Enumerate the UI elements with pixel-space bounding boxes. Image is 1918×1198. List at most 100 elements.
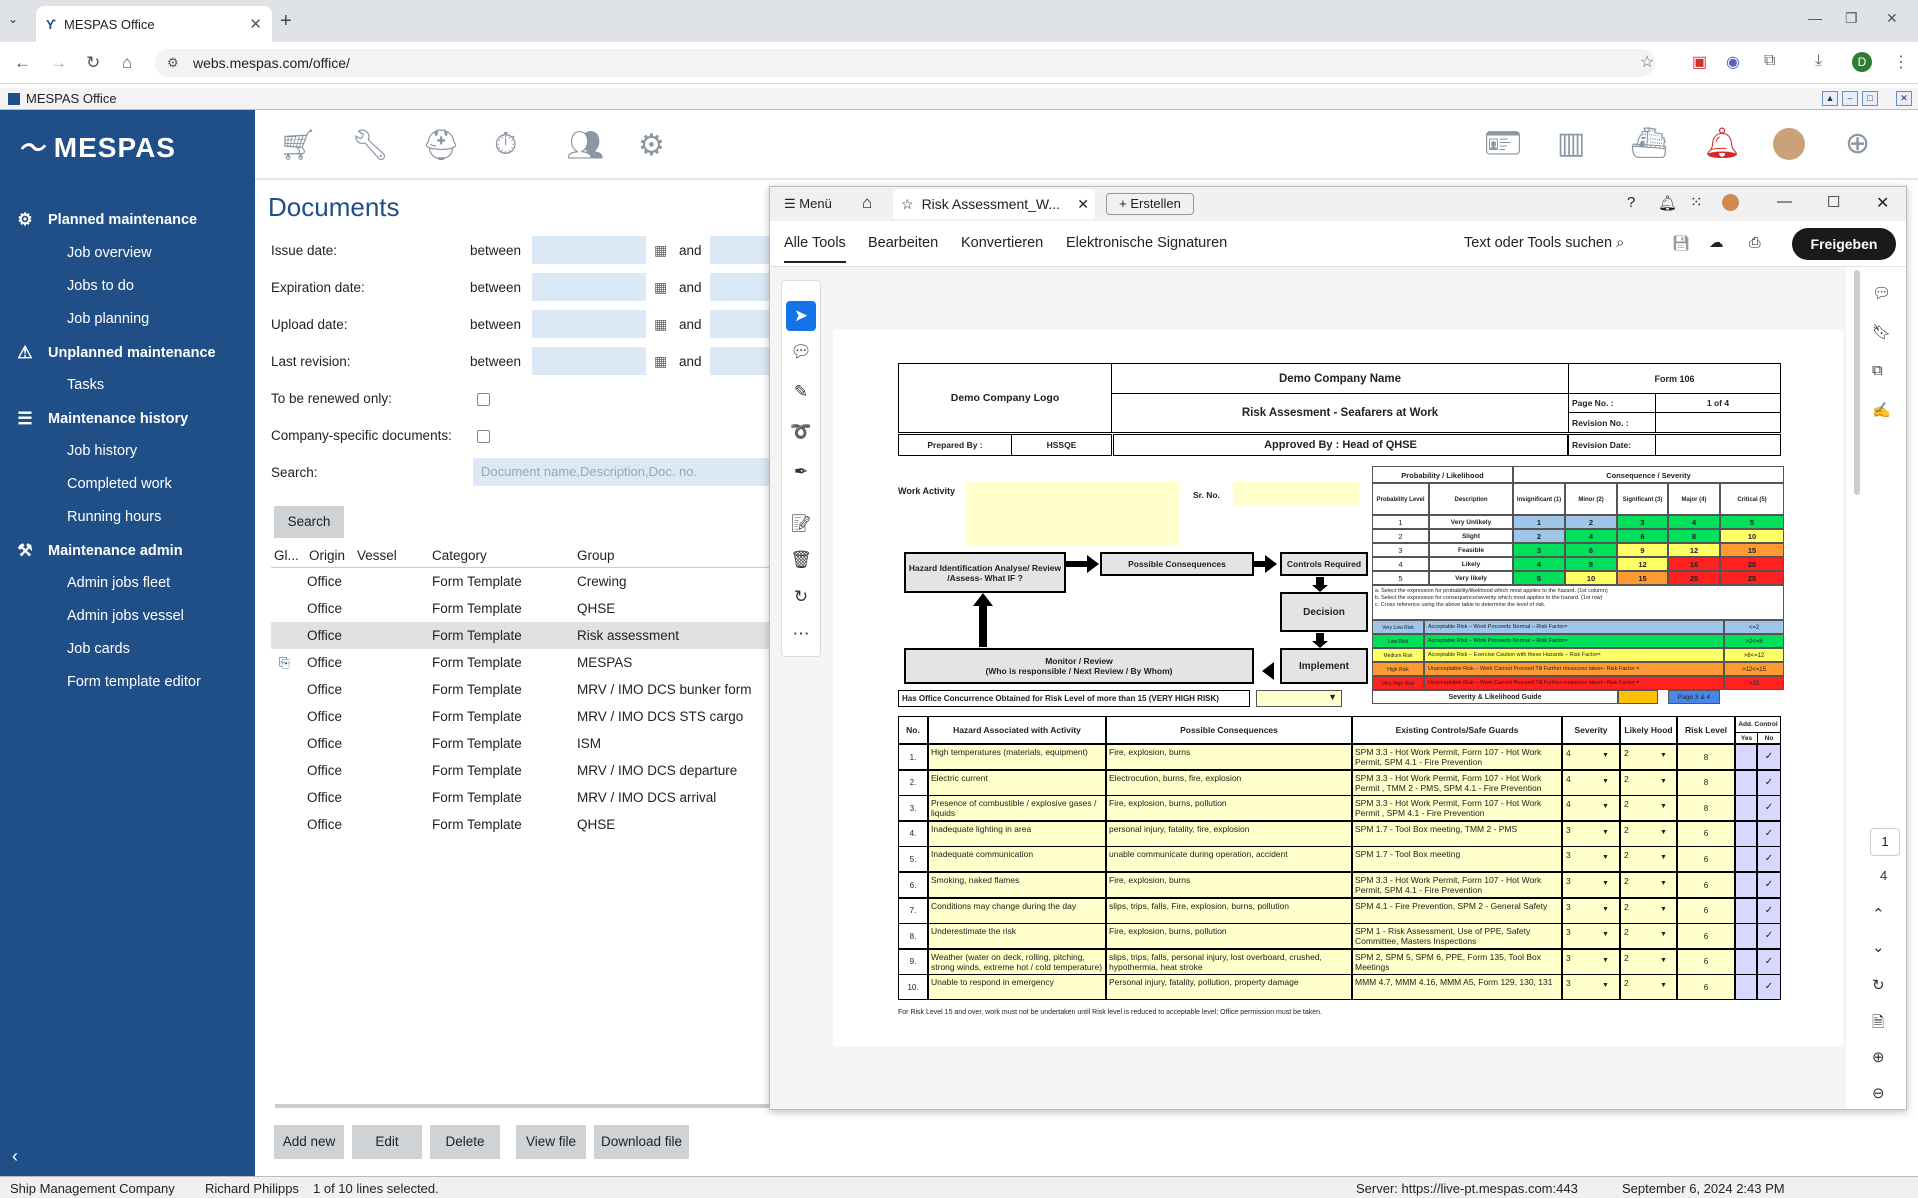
sidebar-item-jobs-to-do[interactable]: Jobs to do xyxy=(67,278,134,294)
tab-list-chevron-icon[interactable]: ⌄ xyxy=(8,12,18,26)
sidebar-item-form-template-editor[interactable]: Form template editor xyxy=(67,674,201,690)
calendar-icon[interactable]: ▦ xyxy=(654,316,667,333)
table-row[interactable]: Office Form Template Risk assessment xyxy=(271,622,771,649)
search-button[interactable]: Search xyxy=(274,506,344,538)
star-icon[interactable]: ☆ xyxy=(901,196,914,213)
search-input[interactable]: Document name,Description,Doc. no. xyxy=(473,458,773,486)
pdf-vertical-scrollbar[interactable] xyxy=(1854,270,1860,495)
sr-no-field[interactable] xyxy=(1233,482,1359,506)
upload-date-to-input[interactable] xyxy=(710,310,770,338)
highlighter-icon[interactable]: ✎ xyxy=(781,382,821,402)
table-row[interactable]: Office Form Template MRV / IMO DCS STS car… xyxy=(271,703,771,730)
pdf-document-tab[interactable]: ☆ Risk Assessment_W... ✕ xyxy=(893,189,1095,219)
col-group[interactable]: Group xyxy=(577,548,615,563)
sidebar-section-unplanned-maintenance[interactable]: ⚠ Unplanned maintenance xyxy=(14,343,215,363)
close-app-icon[interactable]: ✕ xyxy=(1896,91,1912,106)
pdf-extension-icon[interactable]: ▣ xyxy=(1692,52,1707,72)
issue-date-to-input[interactable] xyxy=(710,236,770,264)
upload-cloud-icon[interactable]: ☁ xyxy=(1709,235,1724,251)
bookmark-icon[interactable]: 🔖︎ xyxy=(1872,323,1891,341)
close-window-icon[interactable]: ✕ xyxy=(1886,10,1898,27)
last-revision-from-input[interactable] xyxy=(532,347,646,375)
helmet-icon[interactable]: ⛑︎ xyxy=(422,128,460,163)
page-down-icon[interactable]: ⌄ xyxy=(1872,938,1885,956)
zoom-out-icon[interactable]: ⊖ xyxy=(1872,1084,1885,1102)
close-window-icon[interactable]: ✕ xyxy=(1876,193,1889,213)
sidebar-item-admin-jobs-fleet[interactable]: Admin jobs fleet xyxy=(67,575,170,591)
home-icon[interactable]: ⌂ xyxy=(122,53,132,73)
maximize-icon[interactable]: ☐ xyxy=(1827,193,1840,211)
add-control-no-checkbox[interactable]: ✓ xyxy=(1757,820,1781,847)
alarm-icon[interactable]: 🔔︎ xyxy=(1703,126,1741,161)
collapse-sidebar-icon[interactable]: ‹ xyxy=(12,1146,18,1167)
add-circle-icon[interactable]: ⊕ xyxy=(1845,126,1870,161)
puzzle-icon[interactable]: ⧉ xyxy=(1764,52,1775,70)
forward-icon[interactable]: → xyxy=(50,53,67,73)
add-control-no-checkbox[interactable]: ✓ xyxy=(1757,846,1781,873)
horizontal-scrollbar[interactable] xyxy=(275,1104,775,1108)
help-icon[interactable]: ? xyxy=(1627,194,1635,211)
add-control-no-checkbox[interactable]: ✓ xyxy=(1757,923,1781,950)
add-control-no-checkbox[interactable]: ✓ xyxy=(1757,769,1781,796)
wrench-icon[interactable]: 🔧︎ xyxy=(351,128,389,163)
sidebar-item-job-history[interactable]: Job history xyxy=(67,443,137,459)
more-menu-icon[interactable]: ⋮ xyxy=(1893,52,1909,72)
add-control-no-checkbox[interactable]: ✓ xyxy=(1757,872,1781,898)
sidebar-item-admin-jobs-vessel[interactable]: Admin jobs vessel xyxy=(67,608,184,624)
minimize-icon[interactable]: — xyxy=(1808,10,1822,26)
tab-e-signatures[interactable]: Elektronische Signaturen xyxy=(1066,235,1227,251)
sidebar-section-maintenance-admin[interactable]: ⚒ Maintenance admin xyxy=(14,541,182,561)
col-global[interactable]: Gl... xyxy=(274,548,299,563)
up-arrow-icon[interactable]: ▲ xyxy=(1822,91,1838,106)
add-control-yes-checkbox[interactable] xyxy=(1735,769,1757,796)
pdf-menu-button[interactable]: ☰ Menü xyxy=(784,196,832,212)
renew-only-checkbox[interactable] xyxy=(477,393,490,406)
account-avatar[interactable] xyxy=(1722,194,1739,211)
add-control-no-checkbox[interactable]: ✓ xyxy=(1757,795,1781,822)
add-control-yes-checkbox[interactable] xyxy=(1735,872,1757,898)
sign-pen-icon[interactable]: ✒ xyxy=(781,462,821,482)
add-control-yes-checkbox[interactable] xyxy=(1735,923,1757,950)
download-icon[interactable]: ⤓ xyxy=(1815,52,1822,70)
fill-sign-icon[interactable]: ✍ xyxy=(1872,401,1891,419)
edit-text-icon[interactable]: 📝︎ xyxy=(781,514,821,534)
add-control-yes-checkbox[interactable] xyxy=(1735,795,1757,822)
maximize-app-icon[interactable]: □ xyxy=(1862,91,1878,106)
table-row[interactable]: Office Form Template MRV / IMO DCS arrival xyxy=(271,784,771,811)
cart-icon[interactable]: 🛒︎ xyxy=(279,128,317,163)
create-button[interactable]: + Erstellen xyxy=(1106,193,1194,215)
table-row[interactable]: ⎘ Office Form Template MESPAS xyxy=(271,649,771,676)
sidebar-section-maintenance-history[interactable]: ☰ Maintenance history xyxy=(14,409,188,429)
add-control-yes-checkbox[interactable] xyxy=(1735,897,1757,924)
add-control-no-checkbox[interactable]: ✓ xyxy=(1757,948,1781,975)
add-control-no-checkbox[interactable]: ✓ xyxy=(1757,744,1781,770)
extension-icon[interactable]: ◉ xyxy=(1726,52,1740,72)
settings-gear-icon[interactable]: ⚙︎ xyxy=(638,128,665,163)
last-revision-to-input[interactable] xyxy=(710,347,770,375)
calendar-icon[interactable]: ▦ xyxy=(654,353,667,370)
add-control-yes-checkbox[interactable] xyxy=(1735,948,1757,975)
add-control-no-checkbox[interactable]: ✓ xyxy=(1757,897,1781,924)
reload-icon[interactable]: ↻ xyxy=(86,53,100,73)
delete-button[interactable]: Delete xyxy=(430,1125,500,1159)
refresh-icon[interactable]: ↻ xyxy=(1872,976,1885,994)
site-info-icon[interactable]: ⚙ xyxy=(167,55,179,71)
edit-button[interactable]: Edit xyxy=(352,1125,422,1159)
binders-icon[interactable]: ▥ xyxy=(1557,126,1585,161)
table-row[interactable]: Office Form Template ISM xyxy=(271,730,771,757)
new-tab-icon[interactable]: + xyxy=(280,10,292,33)
page-up-icon[interactable]: ⌃ xyxy=(1872,905,1885,923)
company-specific-checkbox[interactable] xyxy=(477,430,490,443)
rotate-icon[interactable]: ↻ xyxy=(781,587,821,607)
add-new-button[interactable]: Add new xyxy=(274,1125,344,1159)
add-control-yes-checkbox[interactable] xyxy=(1735,974,1757,1001)
print-icon[interactable]: ⎙ xyxy=(1749,235,1761,251)
tab-all-tools[interactable]: Alle Tools xyxy=(784,235,846,263)
table-row[interactable]: Office Form Template MRV / IMO DCS bunker … xyxy=(271,676,771,703)
col-category[interactable]: Category xyxy=(432,548,487,563)
upload-date-from-input[interactable] xyxy=(532,310,646,338)
restore-icon[interactable]: ❐ xyxy=(1845,10,1858,27)
back-icon[interactable]: ← xyxy=(14,53,31,73)
draw-freehand-icon[interactable]: ➰ xyxy=(781,422,821,442)
work-activity-field[interactable] xyxy=(966,482,1179,545)
